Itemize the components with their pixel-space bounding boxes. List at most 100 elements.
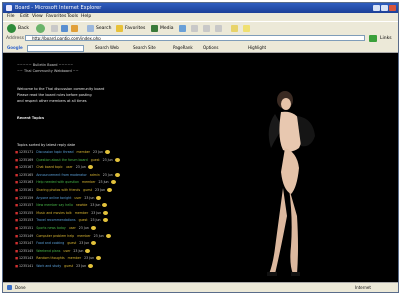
maximize-button[interactable] (381, 5, 388, 11)
topic-id: 1235147 (19, 241, 34, 246)
address-input[interactable]: http://board.pantip.com/index.php (25, 35, 365, 41)
topic-title-link[interactable]: Travel recommendations (36, 218, 75, 222)
menu-file[interactable]: File (7, 13, 15, 21)
back-button[interactable]: Back (18, 25, 29, 32)
topic-row[interactable]: ■ 1235165 Announcement from moderator admi… (15, 172, 120, 178)
topic-title-link[interactable]: Sports news today (36, 226, 66, 230)
topic-title-link[interactable]: Sharing photos with friends (36, 188, 80, 192)
smiley-icon (114, 172, 120, 177)
topic-author[interactable]: admin (90, 173, 100, 177)
intro-line-3: and respect other members at all times (17, 99, 87, 103)
google-search-input[interactable] (27, 45, 84, 52)
topic-author[interactable]: member (68, 256, 81, 260)
search-button[interactable]: Search (96, 25, 111, 32)
topic-author[interactable]: user (69, 226, 76, 230)
topic-title-link[interactable]: Food and cooking (36, 241, 64, 245)
topic-row[interactable]: ■ 1235171 Discussion topic thread member 23… (15, 150, 111, 155)
topic-title-link[interactable]: Music and movies talk (36, 211, 72, 215)
topic-author[interactable]: guest (79, 218, 88, 222)
close-button[interactable] (389, 5, 396, 11)
topic-author[interactable]: member (82, 180, 95, 184)
topic-id: 1235153 (19, 218, 34, 223)
topic-author[interactable]: user (63, 249, 70, 253)
pagerank-button[interactable]: PageRank (173, 43, 193, 52)
topic-author[interactable]: newbie (76, 203, 87, 207)
topic-row[interactable]: ■ 1235143 Random thoughts member 23 Jun (15, 256, 102, 261)
highlight-button[interactable]: Highlight (248, 43, 266, 52)
favorites-icon[interactable] (116, 25, 123, 32)
topic-row[interactable]: ■ 1235157 New member say hello newbie 23 Ju… (15, 203, 108, 208)
topic-author[interactable]: user (66, 165, 73, 169)
forward-icon[interactable] (36, 24, 45, 33)
google-search-site-button[interactable]: Search Site (133, 43, 156, 52)
menu-favorites[interactable]: Favorites (46, 13, 66, 21)
topic-author[interactable]: guest (64, 264, 73, 268)
favorites-button[interactable]: Favorites (125, 25, 145, 32)
topic-title-link[interactable]: Weekend plans (36, 249, 60, 253)
history-icon[interactable] (179, 25, 186, 32)
menu-help[interactable]: Help (81, 13, 91, 21)
topic-title-link[interactable]: Chat board topic (36, 165, 63, 169)
topic-id: 1235163 (19, 180, 34, 185)
refresh-icon[interactable] (61, 25, 68, 32)
topic-date: 23 Jun (93, 233, 104, 238)
topic-row[interactable]: ■ 1235149 Computer problem help member 23 J… (15, 233, 111, 239)
table-heading: Topics sorted by latest reply date (17, 143, 76, 147)
google-search-web-button[interactable]: Search Web (95, 43, 119, 52)
topic-row[interactable]: ■ 1235145 Weekend plans user 23 Jun (15, 248, 91, 254)
topic-title-link[interactable]: Work and study (36, 264, 61, 268)
folder-icon[interactable] (243, 25, 250, 32)
topic-row[interactable]: ■ 1235169 Question about the forum board g… (15, 157, 120, 163)
home-icon[interactable] (71, 25, 78, 32)
address-bar: Address http://board.pantip.com/index.ph… (3, 34, 398, 43)
topic-title-link[interactable]: Anyone online tonight (36, 196, 71, 200)
topic-author[interactable]: guest (67, 241, 76, 245)
topic-row[interactable]: ■ 1235153 Travel recommendations guest 23 J… (15, 218, 108, 223)
topic-title-link[interactable]: Announcement from moderator (36, 173, 87, 177)
topic-author[interactable]: user (74, 196, 81, 200)
menu-edit[interactable]: Edit (20, 13, 29, 21)
media-button[interactable]: Media (160, 25, 174, 32)
topic-author[interactable]: member (77, 234, 90, 238)
topic-row[interactable]: ■ 1235147 Food and cooking guest 23 Jun (15, 241, 97, 246)
topic-title-link[interactable]: Question about the forum board (36, 158, 87, 162)
topic-title-link[interactable]: Discussion topic thread (36, 150, 73, 154)
topic-id: 1235169 (19, 157, 34, 162)
search-icon[interactable] (87, 25, 94, 32)
topic-row[interactable]: ■ 1235159 Anyone online tonight user 23 Jun (15, 195, 102, 201)
topic-id: 1235149 (19, 233, 34, 238)
print-icon[interactable] (203, 25, 210, 32)
topic-row[interactable]: ■ 1235167 Chat board topic user 23 Jun (15, 165, 93, 170)
topic-author[interactable]: guest (83, 188, 92, 192)
back-icon[interactable] (7, 24, 16, 33)
topic-row[interactable]: ■ 1235163 Help needed with question member… (15, 180, 116, 185)
smiley-icon (105, 150, 111, 154)
stop-icon[interactable] (51, 25, 58, 32)
topic-date: 23 Jun (95, 188, 106, 192)
google-options-button[interactable]: Options (203, 43, 218, 52)
topic-author[interactable]: member (75, 211, 88, 215)
topic-title-link[interactable]: Random thoughts (36, 256, 64, 260)
topic-author[interactable]: guest (91, 158, 100, 162)
topic-row[interactable]: ■ 1235161 Sharing photos with friends gues… (15, 188, 113, 193)
links-button[interactable]: Links (380, 34, 392, 43)
menu-view[interactable]: View (32, 13, 43, 21)
edit-icon[interactable] (215, 25, 222, 32)
topic-id: 1235171 (19, 150, 34, 154)
topic-author[interactable]: member (77, 150, 90, 154)
topic-row[interactable]: ■ 1235141 Work and study guest 23 Jun (15, 264, 94, 269)
minimize-button[interactable] (373, 5, 380, 11)
topic-row[interactable]: ■ 1235151 Sports news today user 23 Jun (15, 226, 96, 231)
topic-title-link[interactable]: New member say hello (36, 203, 73, 207)
intro-line-1: Welcome to the Thai discussion community… (17, 87, 105, 91)
mail-icon[interactable] (191, 25, 198, 32)
topic-row[interactable]: ■ 1235155 Music and movies talk member 23 J… (15, 210, 109, 216)
topic-date: 23 Jun (78, 226, 89, 230)
media-icon[interactable] (151, 25, 158, 32)
recent-heading: Recent Topics (17, 116, 45, 120)
go-button[interactable] (369, 35, 377, 42)
messenger-icon[interactable] (231, 25, 238, 32)
topic-title-link[interactable]: Computer problem help (36, 234, 74, 238)
menu-tools[interactable]: Tools (67, 13, 78, 21)
topic-title-link[interactable]: Help needed with question (36, 180, 79, 184)
